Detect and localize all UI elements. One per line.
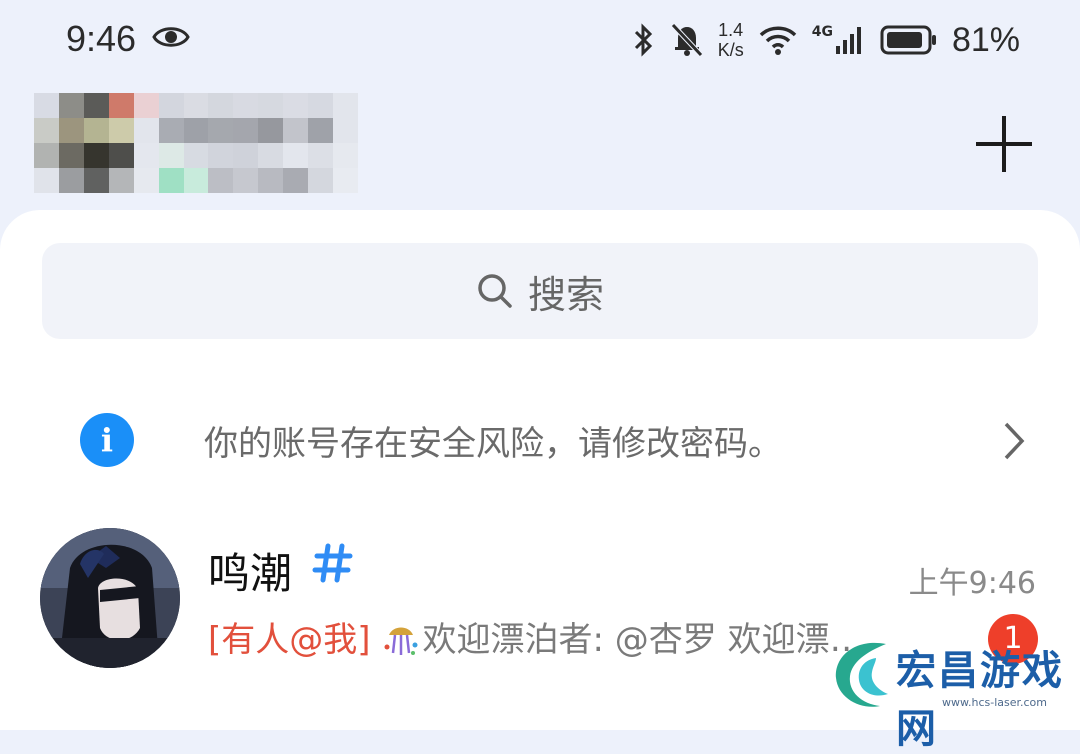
status-icons: 1.4 K/s 4G 81% xyxy=(632,16,1020,64)
bluetooth-icon xyxy=(634,23,652,57)
dragon-logo-icon xyxy=(835,642,888,707)
chevron-right-icon xyxy=(1004,422,1025,460)
status-bar: 9:46 1.4 K/s 4G 81% xyxy=(0,0,1080,80)
network-type: 4G xyxy=(811,24,833,40)
search-bar[interactable]: 搜索 xyxy=(42,243,1038,339)
conversation-time: 上午9:46 xyxy=(908,566,1036,601)
info-icon: i xyxy=(80,413,134,467)
profile-avatar-blurred[interactable] xyxy=(34,93,358,193)
avatar xyxy=(40,528,180,668)
signal-icon: 4G xyxy=(812,24,866,56)
eye-icon xyxy=(152,27,190,47)
search-icon xyxy=(478,274,512,308)
speed-value: 1.4 xyxy=(718,20,744,40)
bell-off-icon xyxy=(670,23,703,57)
status-time: 9:46 xyxy=(66,18,137,59)
watermark: 宏昌游戏网 www.hcs-laser.com xyxy=(826,634,1076,752)
battery-percent: 81% xyxy=(951,20,1020,59)
conversation-name: 鸣潮 xyxy=(208,549,293,598)
battery-icon xyxy=(880,25,936,55)
search-placeholder: 搜索 xyxy=(527,272,604,317)
conversation-preview: [有人@我] 欢迎漂泊者: @杏罗 欢迎漂… xyxy=(208,612,864,661)
wifi-icon xyxy=(759,26,796,55)
preview-text: 欢迎漂泊者: @杏罗 欢迎漂… xyxy=(422,620,864,660)
watermark-url: www.hcs-laser.com xyxy=(942,696,1047,709)
security-notice[interactable]: i 你的账号存在安全风险，请修改密码。 xyxy=(0,380,1080,500)
mention-tag: [有人@我] xyxy=(208,620,371,660)
security-notice-text: 你的账号存在安全风险，请修改密码。 xyxy=(204,424,782,464)
hash-icon xyxy=(312,543,353,583)
party-popper-icon xyxy=(384,627,418,655)
plus-icon[interactable] xyxy=(970,110,1038,178)
speed-unit: K/s xyxy=(717,40,744,60)
network-speed: 1.4 K/s xyxy=(718,20,744,60)
